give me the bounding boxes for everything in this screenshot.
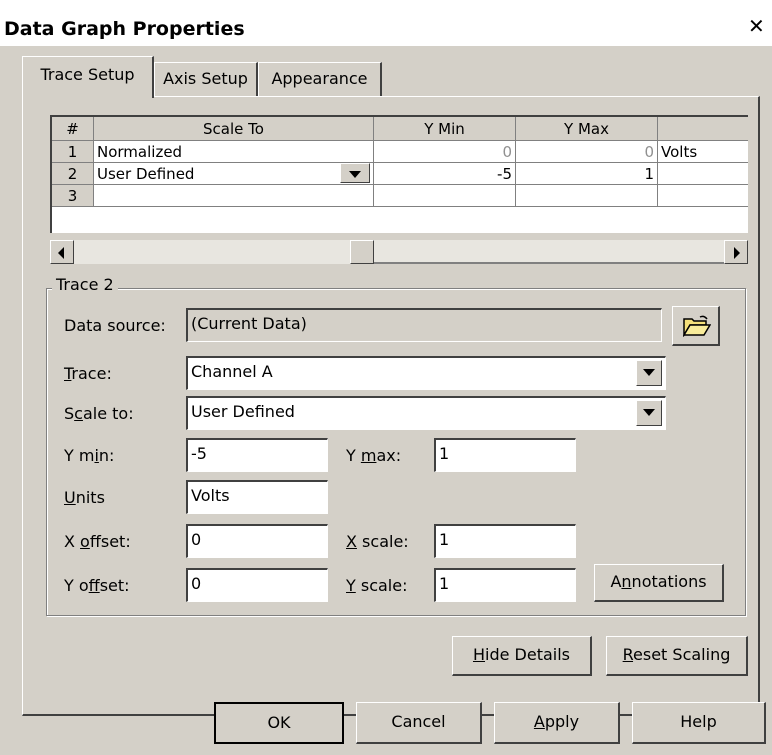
ok-button[interactable]: OK bbox=[214, 702, 344, 744]
scale-to-label: Scale to: bbox=[64, 404, 134, 423]
trace-select-value: Channel A bbox=[191, 362, 273, 381]
x-offset-field[interactable]: 0 bbox=[186, 524, 328, 558]
close-icon[interactable]: ✕ bbox=[748, 16, 765, 36]
chevron-down-icon[interactable] bbox=[636, 360, 662, 386]
grid-cell-scale-to[interactable]: Normalized bbox=[94, 141, 374, 163]
grid-cell-y-max[interactable] bbox=[516, 185, 658, 207]
y-offset-field[interactable]: 0 bbox=[186, 568, 328, 602]
folder-open-icon bbox=[683, 315, 711, 337]
data-source-field: (Current Data) bbox=[186, 308, 662, 342]
horizontal-scrollbar[interactable] bbox=[50, 240, 748, 264]
units-field[interactable]: Volts bbox=[186, 480, 328, 514]
title-bar: Data Graph Properties ✕ bbox=[0, 0, 772, 46]
grid-header-number: # bbox=[52, 117, 94, 141]
browse-button[interactable] bbox=[672, 306, 720, 346]
arrow-left-icon[interactable] bbox=[50, 240, 74, 264]
grid-cell-y-min[interactable]: 0 bbox=[374, 141, 516, 163]
trace-select[interactable]: Channel A bbox=[186, 356, 666, 390]
grid-cell-y-min[interactable] bbox=[374, 185, 516, 207]
tab-appearance[interactable]: Appearance bbox=[258, 62, 382, 96]
x-offset-label: X offset: bbox=[64, 532, 131, 551]
scale-to-select-value: User Defined bbox=[191, 402, 295, 421]
y-min-field[interactable]: -5 bbox=[186, 438, 328, 472]
groupbox-title: Trace 2 bbox=[52, 275, 118, 294]
y-min-label: Y min: bbox=[64, 446, 115, 465]
cancel-button[interactable]: Cancel bbox=[356, 702, 482, 744]
chevron-down-icon[interactable] bbox=[636, 400, 662, 426]
grid-cell-scale-to-text: User Defined bbox=[97, 165, 195, 183]
x-scale-field[interactable]: 1 bbox=[434, 524, 576, 558]
grid-cell-units[interactable]: Volts bbox=[658, 141, 748, 163]
help-button[interactable]: Help bbox=[632, 702, 766, 744]
annotations-button[interactable]: Annotations bbox=[594, 564, 724, 602]
chevron-down-icon[interactable] bbox=[340, 163, 370, 183]
grid-header-scale-to: Scale To bbox=[94, 117, 374, 141]
grid-header-y-max: Y Max bbox=[516, 117, 658, 141]
hide-details-button[interactable]: Hide Details bbox=[452, 636, 592, 676]
y-scale-field[interactable]: 1 bbox=[434, 568, 576, 602]
grid-row-number: 1 bbox=[52, 141, 94, 163]
grid-cell-scale-to[interactable]: User Defined bbox=[94, 163, 374, 185]
grid-cell-scale-to[interactable] bbox=[94, 185, 374, 207]
grid-cell-y-min[interactable]: -5 bbox=[374, 163, 516, 185]
y-max-label: Y max: bbox=[346, 446, 402, 465]
reset-scaling-button[interactable]: Reset Scaling bbox=[606, 636, 748, 676]
scrollbar-track bbox=[374, 262, 724, 264]
y-scale-label: Y scale: bbox=[346, 576, 408, 595]
y-max-field[interactable]: 1 bbox=[434, 438, 576, 472]
grid-cell-units[interactable] bbox=[658, 185, 748, 207]
x-scale-label: X scale: bbox=[346, 532, 409, 551]
tab-axis-setup[interactable]: Axis Setup bbox=[154, 62, 258, 96]
arrow-right-icon[interactable] bbox=[724, 240, 748, 264]
window-title: Data Graph Properties bbox=[4, 18, 245, 40]
trace-label: Trace: bbox=[64, 364, 112, 383]
tab-trace-setup[interactable]: Trace Setup bbox=[22, 56, 154, 98]
grid-cell-y-max[interactable]: 1 bbox=[516, 163, 658, 185]
grid-header-units bbox=[658, 117, 748, 141]
apply-button[interactable]: Apply bbox=[494, 702, 620, 744]
data-graph-properties-dialog: Data Graph Properties ✕ Trace Setup Axis… bbox=[0, 0, 772, 755]
grid-row-number: 2 bbox=[52, 163, 94, 185]
data-source-label: Data source: bbox=[64, 316, 166, 335]
grid-cell-units[interactable] bbox=[658, 163, 748, 185]
scale-to-select[interactable]: User Defined bbox=[186, 396, 666, 430]
units-label: Units bbox=[64, 488, 105, 507]
grid-cell-y-max[interactable]: 0 bbox=[516, 141, 658, 163]
y-offset-label: Y offset: bbox=[64, 576, 130, 595]
grid-row-number: 3 bbox=[52, 185, 94, 207]
scrollbar-thumb[interactable] bbox=[350, 240, 374, 264]
grid-header-y-min: Y Min bbox=[374, 117, 516, 141]
trace-grid: # Scale To Y Min Y Max 1 Normalized 0 0 … bbox=[50, 115, 748, 233]
